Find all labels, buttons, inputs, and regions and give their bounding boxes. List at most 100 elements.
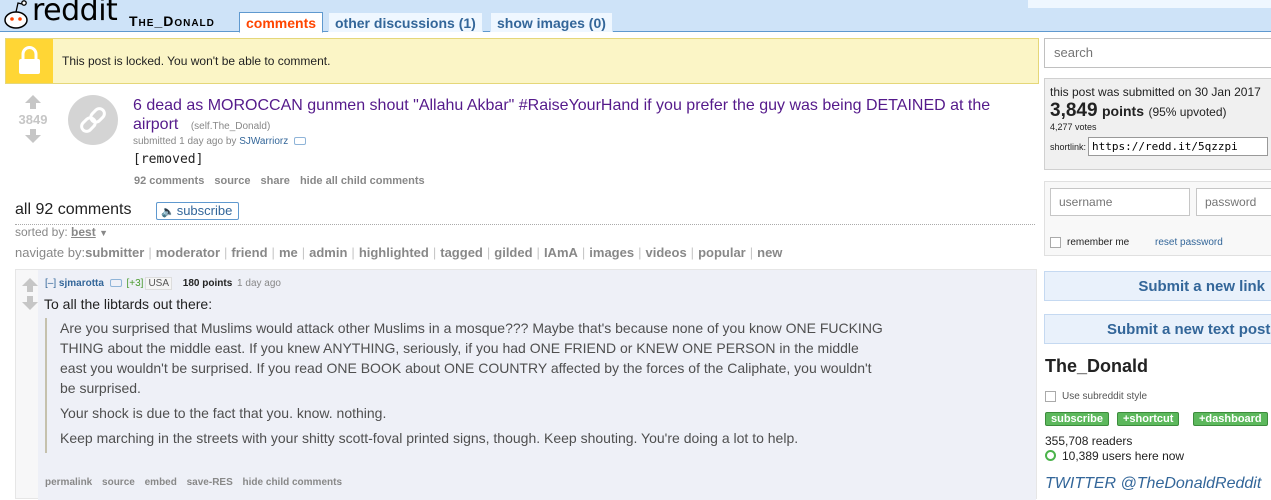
nav-tagged[interactable]: tagged <box>440 245 483 260</box>
nav-popular[interactable]: popular <box>698 245 746 260</box>
comment-author-link[interactable]: sjmarotta <box>59 278 104 289</box>
post-domain[interactable]: (self.The_Donald) <box>191 121 270 132</box>
dropdown-caret-icon[interactable]: ▼ <box>99 228 108 238</box>
link-thumbnail[interactable] <box>68 95 118 145</box>
search-box <box>1044 38 1271 68</box>
navigate-by-bar: navigate by:submitter | moderator | friend | m… <box>15 245 783 260</box>
shortlink-label: shortlink: <box>1050 142 1087 152</box>
reset-password-link[interactable]: reset password <box>1155 237 1223 248</box>
logo-wordmark: reddit <box>32 0 118 28</box>
submitted-prefix: this post was submitted on <box>1050 85 1192 99</box>
lock-icon <box>19 46 40 74</box>
post-title-block: 6 dead as MOROCCAN gunmen shout "Allahu … <box>133 96 1013 136</box>
comment: [–] sjmarotta [+3] USA 180 points 1 day a… <box>15 269 1037 500</box>
comment-intro-text: To all the libtards out there: <box>44 296 213 312</box>
users-online-count: 10,389 users here now <box>1062 449 1185 463</box>
subreddit-name-link[interactable]: The_Donald <box>129 13 215 29</box>
use-subreddit-style-checkbox[interactable] <box>1045 391 1056 402</box>
submit-new-text-post-button[interactable]: Submit a new text post <box>1044 314 1271 344</box>
save-res-link[interactable]: save-RES <box>187 477 233 488</box>
remember-me-checkbox[interactable] <box>1050 237 1061 248</box>
comment-points: 180 points <box>182 278 233 289</box>
points-label: points <box>1102 103 1144 119</box>
locked-message: This post is locked. You won't be able t… <box>62 54 331 68</box>
sort-menu: sorted by: best ▼ <box>15 225 108 239</box>
points-number: 3,849 <box>1050 100 1098 121</box>
comment-user-vote-score: [+3] <box>126 278 144 289</box>
readers-count: 355,708 readers <box>1045 434 1133 448</box>
post-author-link[interactable]: SJWarriorz <box>239 136 288 147</box>
post-info-box: this post was submitted on 30 Jan 2017 3… <box>1044 78 1271 170</box>
comments-divider <box>15 224 1035 225</box>
comment-source-link[interactable]: source <box>102 477 135 488</box>
sorted-by-label: sorted by: <box>15 225 68 239</box>
remember-me-label: remember me <box>1067 237 1130 249</box>
hide-child-comments-link[interactable]: hide child comments <box>243 477 342 488</box>
twitter-link[interactable]: TWITTER @TheDonaldReddit <box>1045 475 1261 493</box>
upvote-arrow-icon[interactable] <box>25 95 41 109</box>
reddit-logo[interactable]: reddit <box>0 0 120 30</box>
nav-images[interactable]: images <box>589 245 634 260</box>
nav-submitter[interactable]: submitter <box>85 245 144 260</box>
post-tagline: submitted 1 day ago by SJWarriorz <box>133 136 307 147</box>
post-buttons: 92 comments source share hide all child … <box>134 175 432 187</box>
locked-post-banner: This post is locked. You won't be able t… <box>5 38 1039 84</box>
subreddit-title: The_Donald <box>1045 356 1149 376</box>
downvote-arrow-icon[interactable] <box>22 296 38 310</box>
user-tag-icon[interactable] <box>109 279 122 288</box>
permalink-link[interactable]: permalink <box>45 477 92 488</box>
nav-friend[interactable]: friend <box>231 245 267 260</box>
shortlink-field[interactable] <box>1088 137 1269 156</box>
comments-count-link[interactable]: 92 comments <box>134 175 204 187</box>
embed-link[interactable]: embed <box>145 477 177 488</box>
nav-admin[interactable]: admin <box>309 245 347 260</box>
hide-child-comments-link[interactable]: hide all child comments <box>300 175 425 187</box>
online-dot-icon <box>1045 450 1056 461</box>
username-field[interactable] <box>1059 195 1181 209</box>
comment-buttons: permalink source embed save-RES hide chi… <box>45 477 349 488</box>
votes-count: 4,277 votes <box>1050 122 1097 132</box>
submitted-date: 30 Jan 2017 <box>1194 85 1261 99</box>
search-input[interactable] <box>1054 45 1254 60</box>
nav-gilded[interactable]: gilded <box>494 245 532 260</box>
post-score: 3849 <box>18 112 48 127</box>
comment-vote-column <box>22 278 38 310</box>
lock-badge <box>6 39 53 83</box>
navigate-label: navigate by: <box>15 245 86 260</box>
sort-dropdown[interactable]: best <box>71 225 96 239</box>
header-bar: reddit The_Donald comments other discuss… <box>0 0 1271 33</box>
source-link[interactable]: source <box>214 175 250 187</box>
nav-me[interactable]: me <box>279 245 298 260</box>
tab-show-images[interactable]: show images (0) <box>490 12 613 32</box>
header-user-area <box>1027 0 1271 8</box>
use-subreddit-style-label: Use subreddit style <box>1062 391 1148 403</box>
add-dashboard-button[interactable]: +dashboard <box>1193 412 1268 426</box>
tab-comments[interactable]: comments <box>239 12 324 33</box>
nav-new[interactable]: new <box>757 245 782 260</box>
downvote-arrow-icon[interactable] <box>25 129 41 143</box>
username-field-wrapper <box>1050 188 1190 216</box>
quote-paragraph: Keep marching in the streets with your s… <box>60 430 799 446</box>
upvote-arrow-icon[interactable] <box>22 278 38 292</box>
nav-highlighted[interactable]: highlighted <box>359 245 429 260</box>
share-link[interactable]: share <box>261 175 290 187</box>
submit-new-link-button[interactable]: Submit a new link <box>1044 271 1271 301</box>
subscribe-button[interactable]: subscribe <box>1045 412 1109 426</box>
nav-videos[interactable]: videos <box>645 245 686 260</box>
collapse-comment-button[interactable]: [–] <box>45 278 56 289</box>
points-line: 3,849 points (95% upvoted) <box>1050 100 1269 122</box>
tab-other-discussions[interactable]: other discussions (1) <box>328 12 483 32</box>
nav-iama[interactable]: IAmA <box>544 245 578 260</box>
comment-tagline: [–] sjmarotta [+3] USA 180 points 1 day a… <box>45 277 281 290</box>
quote-paragraph: Your shock is due to the fact that you. … <box>60 405 387 421</box>
subscribe-comments-button[interactable]: 🔈 subscribe <box>156 202 240 220</box>
password-field[interactable] <box>1205 195 1271 209</box>
comment-time: 1 day ago <box>237 278 281 289</box>
post-body: [removed] <box>133 152 204 167</box>
submitted-date-line: this post was submitted on 30 Jan 2017 <box>1050 85 1269 99</box>
nav-moderator[interactable]: moderator <box>156 245 220 260</box>
user-tag-icon[interactable] <box>294 137 307 146</box>
add-shortcut-button[interactable]: +shortcut <box>1117 412 1180 426</box>
link-thumbnail-icon <box>80 107 106 133</box>
remember-me-row: remember me <box>1050 237 1129 248</box>
